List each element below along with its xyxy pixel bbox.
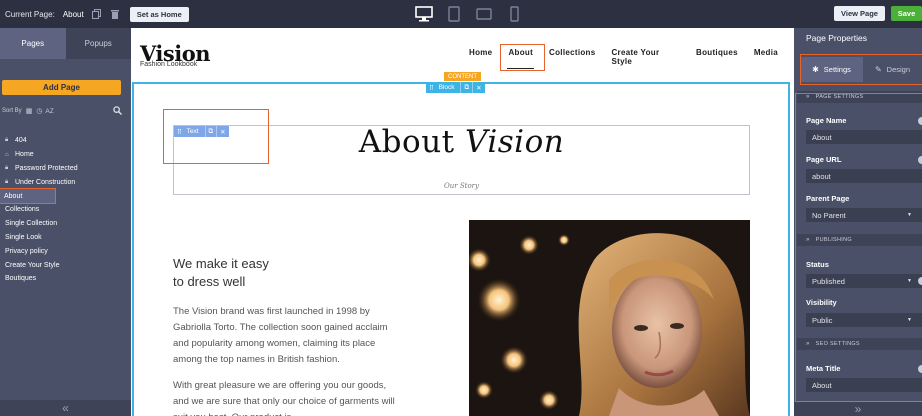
home-icon: ⌂ xyxy=(5,151,9,158)
lock-icon: 🔒︎ xyxy=(5,137,9,144)
view-page-button[interactable]: View Page xyxy=(834,6,885,21)
mobile-view-icon[interactable] xyxy=(500,3,528,25)
add-page-button[interactable]: Add Page xyxy=(2,80,121,95)
intro-heading[interactable]: We make it easy to dress well xyxy=(173,255,333,291)
nav-about-highlight xyxy=(500,44,545,71)
page-properties-title: Page Properties xyxy=(806,33,867,43)
nav-create-your-style[interactable]: Create Your Style xyxy=(611,48,680,66)
block-label[interactable]: ⠿ Block xyxy=(426,82,462,93)
lock-icon: 🔒︎ xyxy=(5,164,9,171)
our-story-subtitle[interactable]: Our Story xyxy=(173,182,750,190)
page-item-about[interactable]: About xyxy=(0,188,56,204)
page-list: 🔒︎ 404 ⌂ Home 🔒︎ Password Protected 🔒︎ Under… xyxy=(0,134,131,286)
settings-panel-highlight xyxy=(795,93,922,402)
block-toolbar: ⠿ Block ⧉ ✕ xyxy=(426,82,485,93)
site-logo-subtitle: Fashion Lookbook xyxy=(140,61,198,68)
page-item-password-protected[interactable]: 🔒︎ Password Protected xyxy=(0,162,131,176)
page-canvas: Vision Fashion Lookbook Home About Colle… xyxy=(131,28,794,416)
nav-collections[interactable]: Collections xyxy=(549,48,595,66)
text-toolbar-highlight xyxy=(163,109,269,164)
collapse-left-icon[interactable]: « xyxy=(0,400,131,416)
page-item-create-your-style[interactable]: Create Your Style xyxy=(0,258,131,272)
page-item-home[interactable]: ⌂ Home xyxy=(0,148,131,162)
tablet-landscape-view-icon[interactable] xyxy=(470,3,498,25)
left-sidebar: Pages Popups Add Page Sort By ▦ ◷ AZ 🔒︎ 4… xyxy=(0,28,131,416)
calendar-sort-icon[interactable]: ▦ xyxy=(26,107,33,115)
nav-home[interactable]: Home xyxy=(469,48,492,66)
nav-media[interactable]: Media xyxy=(754,48,778,66)
clock-sort-icon[interactable]: ◷ xyxy=(36,107,42,115)
page-item-privacy-policy[interactable]: Privacy policy xyxy=(0,244,131,258)
portrait-image[interactable] xyxy=(469,220,750,416)
set-as-home-button[interactable]: Set as Home xyxy=(129,6,189,22)
page-item-boutiques[interactable]: Boutiques xyxy=(0,272,131,286)
current-page-label: Current Page: xyxy=(5,9,55,19)
search-icon[interactable] xyxy=(113,105,122,117)
intro-paragraph-2[interactable]: With great pleasure we are offering you … xyxy=(173,378,398,416)
tablet-view-icon[interactable] xyxy=(440,3,468,25)
page-item-404[interactable]: 🔒︎ 404 xyxy=(0,134,131,148)
block-duplicate-icon[interactable]: ⧉ xyxy=(461,82,474,93)
collapse-right-icon[interactable]: » xyxy=(794,402,922,416)
intro-paragraph-1[interactable]: The Vision brand was first launched in 1… xyxy=(173,304,398,368)
top-toolbar: Current Page: About Set as Home View Pag… xyxy=(0,0,922,28)
page-item-single-collection[interactable]: Single Collection xyxy=(0,217,131,231)
right-sidebar: Page Properties ✱Settings ✎Design PAGE S… xyxy=(794,28,922,416)
save-button[interactable]: Save xyxy=(891,6,922,21)
device-switcher xyxy=(410,0,530,28)
nav-boutiques[interactable]: Boutiques xyxy=(696,48,738,66)
sort-by-label: Sort By xyxy=(2,108,22,114)
sidebar-tabs: Pages Popups xyxy=(0,28,131,59)
block-close-icon[interactable]: ✕ xyxy=(473,82,484,93)
tab-popups[interactable]: Popups xyxy=(65,28,131,59)
current-page-value: About xyxy=(62,9,84,19)
page-item-under-construction[interactable]: 🔒︎ Under Construction xyxy=(0,175,131,189)
sort-bar: Sort By ▦ ◷ AZ xyxy=(2,105,126,117)
az-sort-button[interactable]: AZ xyxy=(45,108,53,115)
lock-icon: 🔒︎ xyxy=(5,178,9,185)
desktop-view-icon[interactable] xyxy=(410,3,438,25)
page-item-collections[interactable]: Collections xyxy=(0,203,131,217)
tab-pages[interactable]: Pages xyxy=(0,28,66,59)
duplicate-page-icon[interactable] xyxy=(92,8,102,20)
properties-tabs-highlight xyxy=(800,54,922,85)
trash-icon[interactable] xyxy=(110,9,120,20)
page-item-single-look[interactable]: Single Look xyxy=(0,231,131,245)
content-tag: CONTENT xyxy=(444,72,481,81)
